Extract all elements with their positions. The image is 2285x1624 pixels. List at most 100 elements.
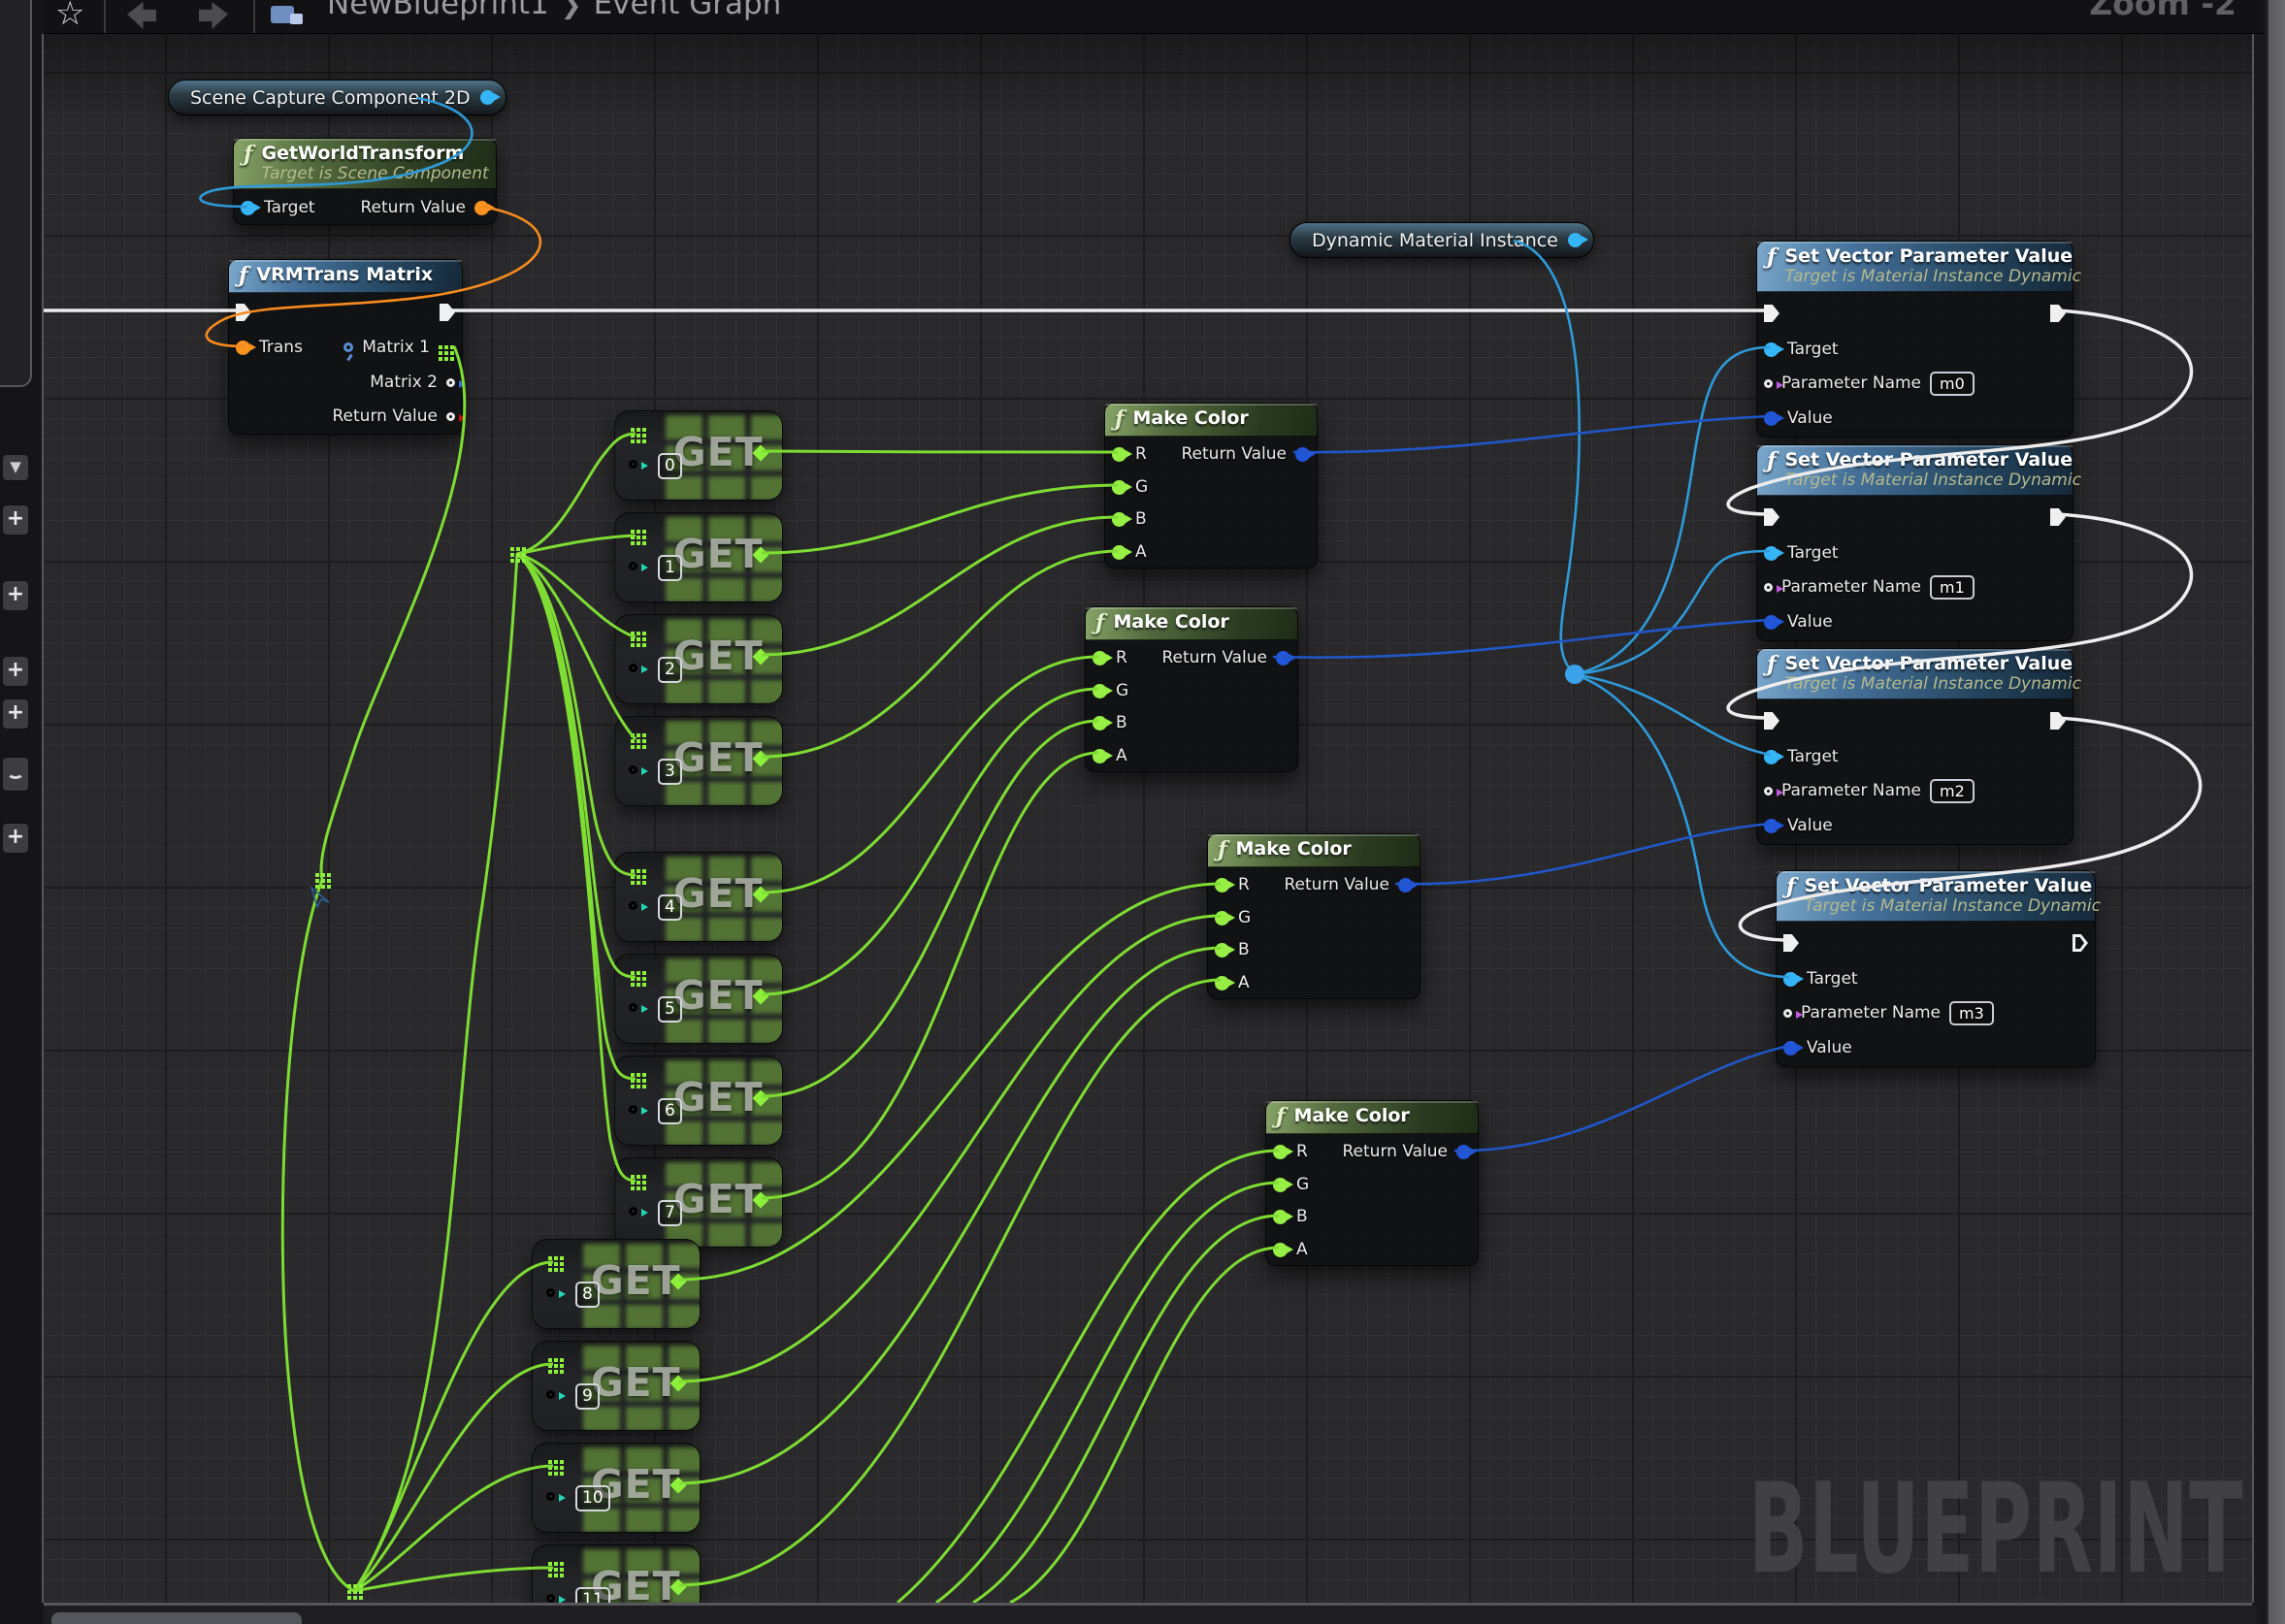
array-input-pin[interactable] — [631, 530, 635, 534]
object-output-pin[interactable] — [480, 90, 495, 105]
index-field[interactable]: 11 — [575, 1587, 610, 1603]
return-value-output-pin[interactable] — [1295, 447, 1310, 462]
collapse-section-button[interactable] — [2, 757, 29, 792]
r-input-pin[interactable] — [1273, 1145, 1288, 1159]
favorite-star-icon[interactable]: ☆ — [55, 0, 84, 33]
parameter-name-input-pin[interactable] — [1764, 583, 1773, 592]
b-input-pin[interactable] — [1093, 716, 1107, 731]
index-field[interactable]: 8 — [575, 1282, 600, 1308]
return-value-output-pin[interactable] — [1276, 651, 1290, 666]
panel-dropdown-button[interactable]: ▼ — [2, 454, 29, 481]
index-input-pin[interactable] — [546, 1492, 555, 1501]
node-array-get-10[interactable]: GET 10 — [532, 1443, 701, 1533]
node-dynamic-material-instance[interactable]: Dynamic Material Instance — [1289, 222, 1594, 258]
b-input-pin[interactable] — [1215, 943, 1229, 958]
pin-row-matrix2[interactable]: Matrix 2 — [370, 370, 455, 395]
back-arrow-icon[interactable] — [127, 2, 156, 29]
value-input-pin[interactable] — [1783, 1041, 1798, 1056]
pin-row-target[interactable]: Target — [241, 195, 315, 220]
index-field[interactable]: 1 — [658, 555, 682, 581]
index-input-pin[interactable] — [629, 1003, 637, 1012]
exec-in-pin[interactable] — [1764, 712, 1779, 730]
node-array-get-4[interactable]: GET 4 — [614, 852, 783, 942]
parameter-name-field[interactable]: m2 — [1930, 779, 1975, 803]
add-macro-button[interactable]: + — [2, 656, 29, 687]
panel-splitter[interactable] — [2267, 0, 2285, 1624]
pin-row-trans[interactable]: Trans — [236, 335, 303, 360]
a-input-pin[interactable] — [1093, 749, 1107, 763]
exec-out-pin[interactable] — [2050, 508, 2066, 526]
index-input-pin[interactable] — [629, 1207, 637, 1216]
exec-out-pin[interactable] — [2050, 712, 2066, 730]
node-set-vector-parameter-1[interactable]: ƒ Set Vector Parameter Value Target is M… — [1756, 241, 2073, 438]
return-value-output-pin[interactable] — [1398, 878, 1413, 893]
node-set-vector-parameter-3[interactable]: ƒ Set Vector Parameter Value Target is M… — [1756, 648, 2073, 845]
index-field[interactable]: 10 — [575, 1485, 610, 1511]
exec-out-row[interactable] — [440, 300, 455, 325]
index-input-pin[interactable] — [629, 460, 637, 469]
index-field[interactable]: 2 — [658, 657, 682, 683]
array-input-pin[interactable] — [548, 1358, 552, 1362]
return-value-output-pin[interactable] — [1456, 1145, 1471, 1159]
parameter-name-field[interactable]: m1 — [1930, 575, 1975, 600]
index-field[interactable]: 7 — [658, 1200, 682, 1226]
node-array-get-7[interactable]: GET 7 — [614, 1157, 783, 1248]
add-graph-button[interactable]: + — [2, 504, 29, 536]
array-input-pin[interactable] — [631, 1073, 635, 1077]
index-field[interactable]: 6 — [658, 1098, 682, 1124]
value-input-pin[interactable] — [1764, 819, 1779, 833]
exec-in-row[interactable] — [236, 300, 251, 325]
a-input-pin[interactable] — [1112, 545, 1126, 560]
return-value-output-pin[interactable] — [474, 201, 489, 215]
parameter-name-field[interactable]: m0 — [1930, 372, 1975, 396]
b-input-pin[interactable] — [1112, 512, 1126, 527]
index-input-pin[interactable] — [546, 1288, 555, 1297]
add-variable-button[interactable]: + — [2, 698, 29, 730]
array-input-pin[interactable] — [548, 1256, 552, 1260]
node-set-vector-parameter-4[interactable]: ƒ Set Vector Parameter Value Target is M… — [1776, 870, 2096, 1067]
array-input-pin[interactable] — [548, 1460, 552, 1464]
add-dispatcher-button[interactable]: + — [2, 823, 29, 854]
node-make-color-4[interactable]: ƒ Make Color R Return Value G B A — [1265, 1100, 1479, 1266]
node-array-get-1[interactable]: GET 1 — [614, 512, 783, 602]
node-scene-capture-component[interactable]: Scene Capture Component 2D — [168, 80, 506, 115]
node-vrm-trans-matrix[interactable]: ƒ VRMTrans Matrix Trans Matrix 1 Matrix … — [228, 259, 463, 435]
node-make-color-2[interactable]: ƒ Make Color R Return Value G B A — [1085, 606, 1298, 772]
exec-in-pin[interactable] — [1764, 305, 1779, 322]
array-input-pin[interactable] — [631, 428, 635, 432]
node-array-get-8[interactable]: GET 8 — [532, 1239, 701, 1329]
exec-in-pin[interactable] — [1783, 934, 1799, 952]
g-input-pin[interactable] — [1112, 480, 1126, 495]
return-value-output-pin[interactable] — [446, 412, 455, 421]
parameter-name-field[interactable]: m3 — [1949, 1001, 1994, 1025]
index-input-pin[interactable] — [629, 664, 637, 672]
target-input-pin[interactable] — [1764, 342, 1779, 357]
array-input-pin[interactable] — [631, 632, 635, 635]
add-function-button[interactable]: + — [2, 580, 29, 611]
object-output-pin[interactable] — [1568, 233, 1583, 247]
node-array-get-2[interactable]: GET 2 — [614, 614, 783, 704]
array-input-pin[interactable] — [631, 869, 635, 873]
index-field[interactable]: 9 — [575, 1383, 600, 1410]
node-array-get-5[interactable]: GET 5 — [614, 954, 783, 1044]
node-array-get-3[interactable]: GET 3 — [614, 716, 783, 806]
index-input-pin[interactable] — [629, 765, 637, 774]
tab-compiler-results[interactable]: Compiler Results — [51, 1612, 302, 1624]
target-input-pin[interactable] — [1764, 546, 1779, 561]
event-graph-canvas[interactable]: BLUEPRINT Scene Capture Component 2D Dyn… — [44, 34, 2252, 1603]
node-array-get-6[interactable]: GET 6 — [614, 1056, 783, 1146]
pin-row-return[interactable]: Return Value — [361, 195, 490, 220]
array-input-pin[interactable] — [631, 971, 635, 975]
g-input-pin[interactable] — [1273, 1178, 1288, 1192]
forward-arrow-icon[interactable] — [199, 2, 228, 29]
a-input-pin[interactable] — [1273, 1243, 1288, 1257]
index-input-pin[interactable] — [629, 901, 637, 910]
exec-out-pin[interactable] — [2073, 934, 2088, 952]
pin-row-matrix1[interactable]: Matrix 1 — [343, 335, 455, 360]
node-set-vector-parameter-2[interactable]: ƒ Set Vector Parameter Value Target is M… — [1756, 444, 2073, 641]
exec-out-pin[interactable] — [440, 304, 455, 321]
index-input-pin[interactable] — [546, 1594, 555, 1603]
exec-in-pin[interactable] — [1764, 508, 1779, 526]
index-field[interactable]: 5 — [658, 996, 682, 1023]
matrix2-output-pin[interactable] — [446, 378, 455, 387]
